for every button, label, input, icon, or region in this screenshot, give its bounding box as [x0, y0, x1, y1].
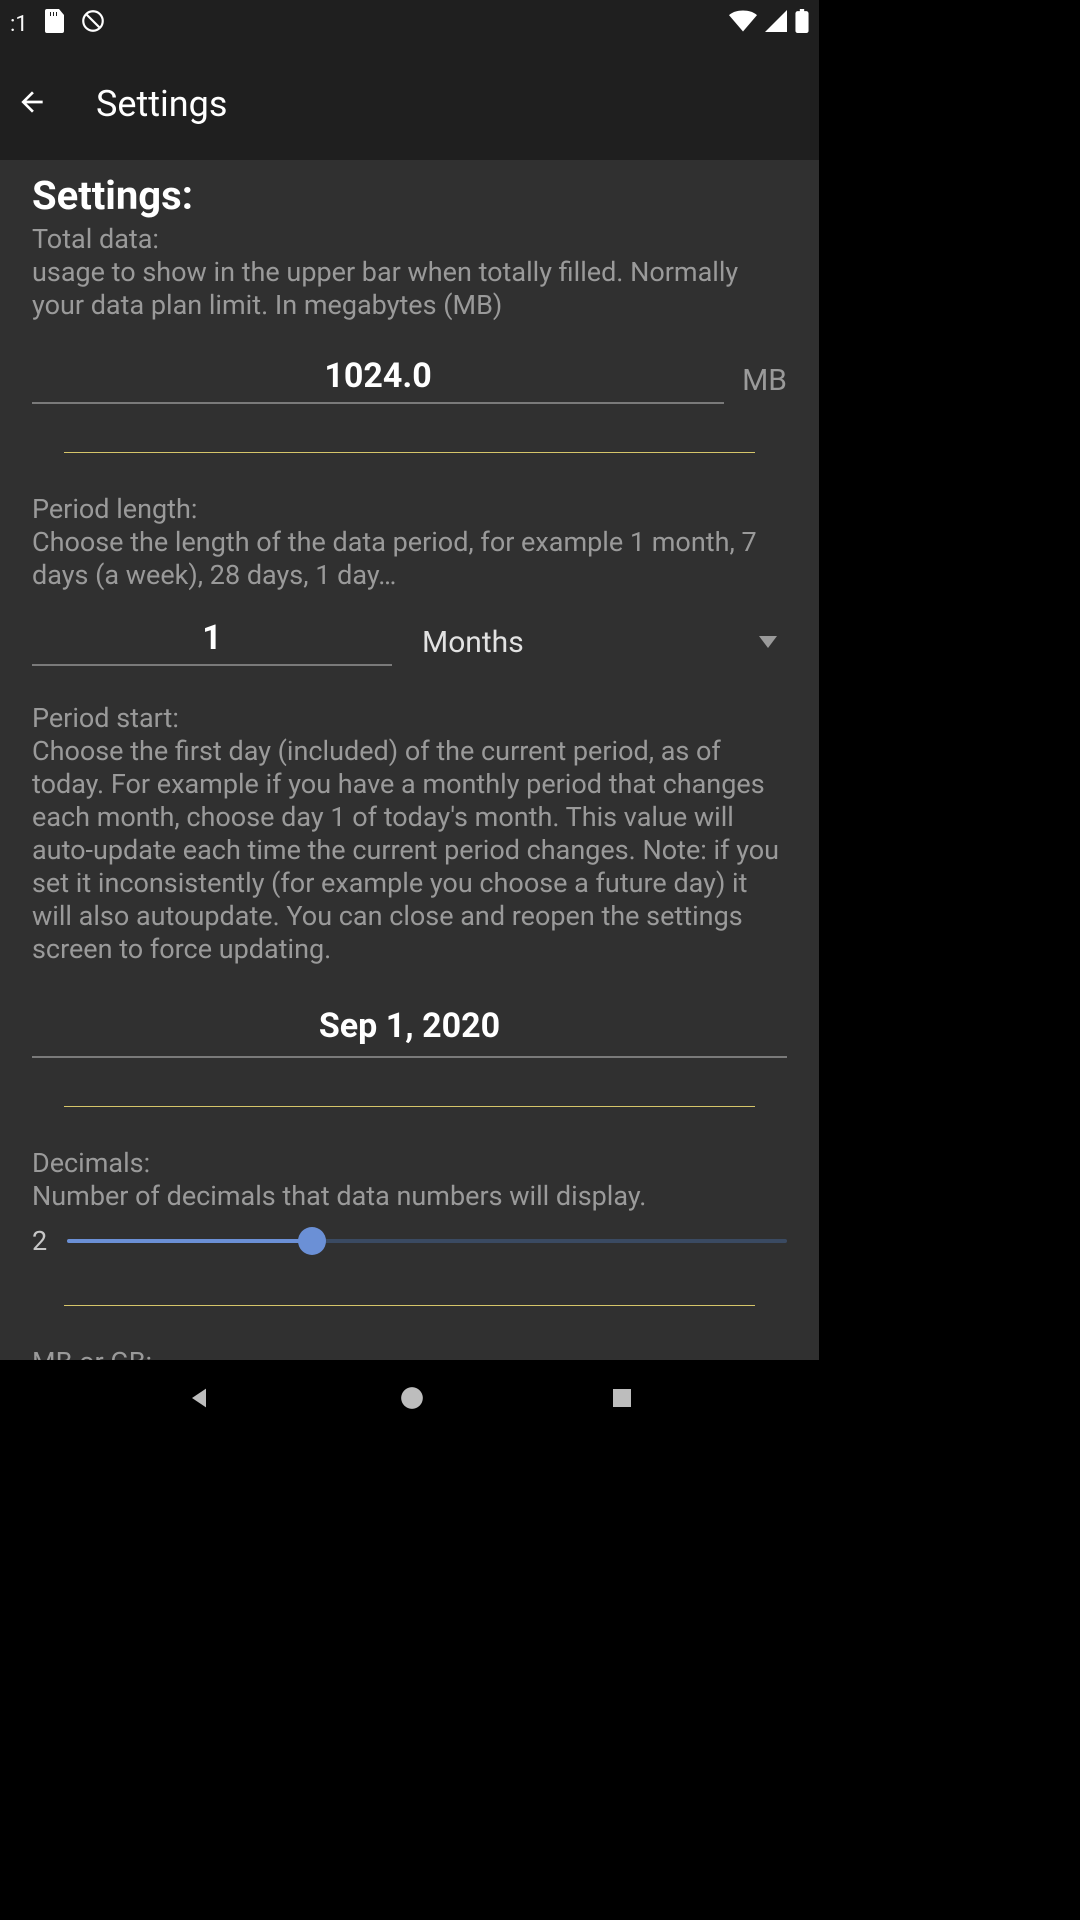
chevron-down-icon [759, 633, 777, 652]
decimals-value: 2 [32, 1225, 47, 1257]
battery-icon [795, 9, 809, 39]
page-title: Settings [96, 83, 227, 125]
sd-card-icon [44, 9, 64, 39]
period-unit-dropdown[interactable]: Months [422, 619, 787, 666]
mb-gb-label: MB or GB: [32, 1346, 152, 1360]
divider [64, 1106, 755, 1107]
status-time: :1 [10, 12, 28, 37]
do-not-disturb-icon [80, 8, 106, 40]
triangle-back-icon [185, 1384, 213, 1412]
circle-home-icon [399, 1385, 425, 1411]
period-length-label: Period length: [32, 493, 197, 525]
total-data-desc: usage to show in the upper bar when tota… [32, 256, 738, 321]
content-scroll[interactable]: Settings: Total data: usage to show in t… [0, 160, 819, 1360]
period-start-label: Period start: [32, 702, 179, 734]
total-data-label: Total data: [32, 223, 159, 255]
total-data-input[interactable] [32, 350, 724, 404]
divider [64, 1305, 755, 1306]
decimals-desc: Number of decimals that data numbers wil… [32, 1180, 646, 1212]
system-nav-bar [0, 1360, 819, 1440]
cell-signal-icon [765, 10, 787, 38]
back-button[interactable] [16, 86, 48, 122]
period-start-desc: Choose the first day (included) of the c… [32, 735, 779, 965]
total-data-unit: MB [742, 363, 787, 404]
divider [64, 452, 755, 453]
period-start-input[interactable] [32, 996, 787, 1058]
decimals-label: Decimals: [32, 1147, 150, 1179]
period-length-desc: Choose the length of the data period, fo… [32, 526, 757, 591]
app-bar: Settings [0, 48, 819, 160]
settings-heading: Settings: [32, 172, 787, 219]
nav-home-button[interactable] [399, 1385, 425, 1415]
period-unit-selected: Months [422, 625, 524, 660]
period-length-input[interactable] [32, 612, 392, 666]
nav-back-button[interactable] [185, 1384, 213, 1416]
status-bar: :1 [0, 0, 819, 48]
square-recents-icon [610, 1386, 634, 1410]
arrow-left-icon [16, 86, 48, 118]
decimals-slider[interactable] [67, 1239, 787, 1243]
wifi-icon [729, 10, 757, 38]
nav-recents-button[interactable] [610, 1386, 634, 1414]
